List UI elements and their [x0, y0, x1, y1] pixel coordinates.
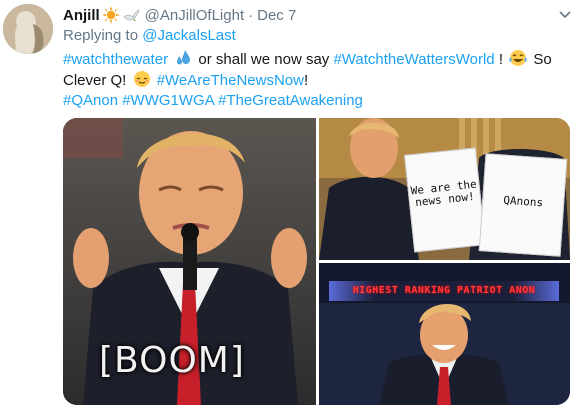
tears-of-joy-icon — [509, 50, 527, 66]
reply-prefix: Replying to — [63, 27, 139, 44]
dove-emoji-icon — [123, 9, 140, 21]
tweet-text-fragment: Clever Q! — [63, 72, 131, 89]
tweet-line-2: Clever Q! #WeAreTheNewsNow! — [63, 70, 563, 91]
tweet-text-fragment: ! — [498, 51, 508, 68]
sun-emoji-icon — [101, 6, 120, 24]
replying-to: Replying to @JackalsLast — [63, 27, 236, 44]
tweet-header: Anjill @AnJillOfLight · Dec 7 — [63, 5, 296, 25]
author-handle[interactable]: @AnJillOfLight — [145, 7, 244, 24]
tweet-text-fragment: ! — [303, 72, 309, 89]
relieved-face-icon — [133, 71, 150, 87]
tweet-line-3: #QAnon #WWG1WGA #TheGreatAwakening — [63, 91, 563, 111]
hashtag-thegreatawakening[interactable]: #TheGreatAwakening — [218, 92, 363, 109]
hashtag-watchthewattersworld[interactable]: #WatchtheWattersWorld — [333, 51, 494, 68]
chevron-down-icon[interactable] — [559, 10, 571, 20]
media-grid: [BOOM] We are the news now! QAnons HIGHE… — [63, 118, 570, 405]
tweet-text-fragment: or shall we now say — [198, 51, 334, 68]
hashtag-wearethenewsnow[interactable]: #WeAreTheNewsNow — [157, 72, 304, 89]
signed-document-right: QAnons — [478, 153, 568, 257]
patriot-banner: HIGHEST RANKING PATRIOT ANON — [329, 281, 559, 301]
boom-caption: [BOOM] — [99, 340, 245, 381]
media-image-1[interactable]: [BOOM] — [63, 118, 316, 405]
hashtag-watchthewater[interactable]: #watchthewater — [63, 51, 168, 68]
hashtag-qanon[interactable]: #QAnon — [63, 92, 118, 109]
avatar[interactable] — [3, 4, 53, 54]
doc-right-text: QAnons — [502, 193, 544, 210]
doc-left-text: We are the news now! — [410, 177, 478, 210]
tweet-text-fragment: So — [533, 51, 552, 68]
tweet-date[interactable]: Dec 7 — [257, 7, 296, 24]
reply-handle-link[interactable]: @JackalsLast — [142, 27, 236, 44]
header-separator: · — [248, 6, 254, 24]
author-name[interactable]: Anjill — [63, 7, 100, 24]
media-image-2[interactable]: We are the news now! QAnons — [319, 118, 570, 260]
media-image-3[interactable]: HIGHEST RANKING PATRIOT ANON — [319, 263, 570, 405]
hashtag-wwg1wga[interactable]: #WWG1WGA — [122, 92, 214, 109]
signed-document-left: We are the news now! — [404, 147, 486, 253]
tweet-text: #watchthewater or shall we now say #Watc… — [63, 49, 563, 111]
tweet: Anjill @AnJillOfLight · Dec 7 Replying t… — [0, 0, 579, 415]
sweat-droplets-icon — [177, 50, 191, 65]
tweet-line-1: #watchthewater or shall we now say #Watc… — [63, 49, 563, 70]
